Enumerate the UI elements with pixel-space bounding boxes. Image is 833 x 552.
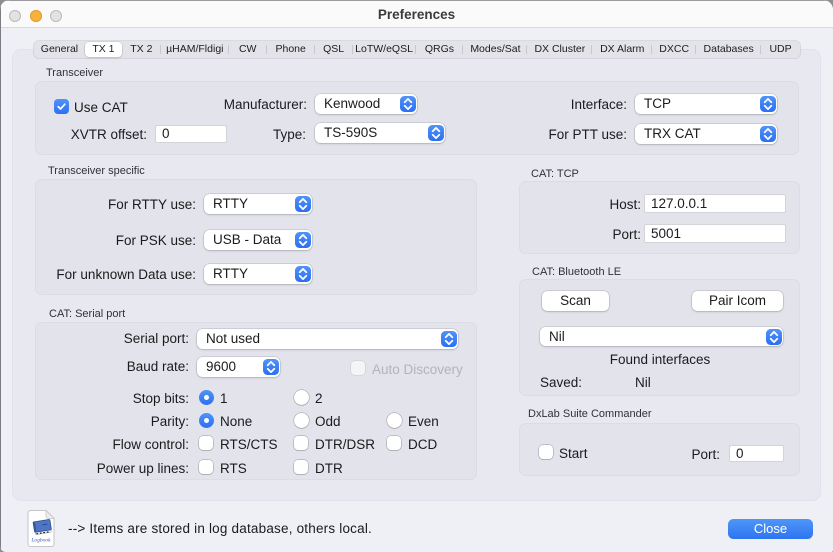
svg-text:Logbook: Logbook — [30, 538, 51, 544]
